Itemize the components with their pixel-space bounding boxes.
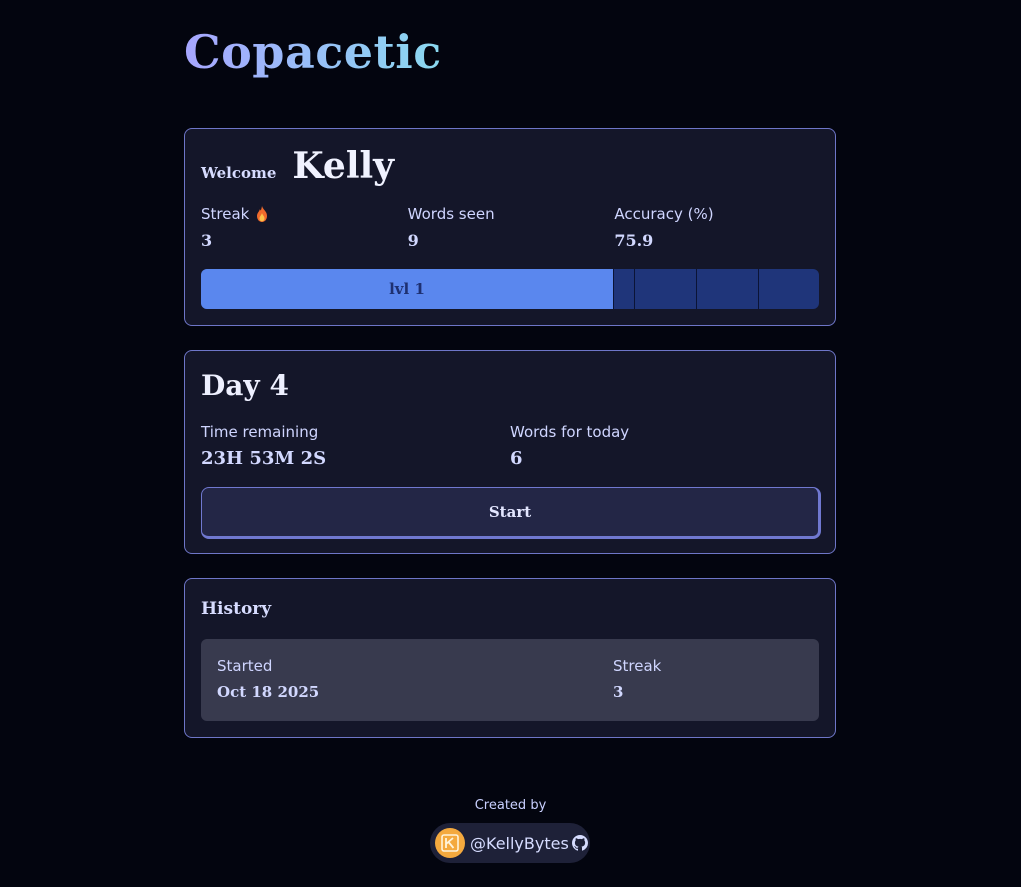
level-label: lvl 1 bbox=[389, 280, 425, 298]
created-by-label: Created by bbox=[474, 798, 547, 813]
author-handle[interactable]: @KellyBytes bbox=[470, 834, 569, 853]
flame-icon bbox=[257, 206, 268, 222]
history-streak-cell: Streak 3 bbox=[613, 655, 803, 703]
history-streak-value: 3 bbox=[613, 683, 624, 701]
words-for-today-label: Words for today bbox=[510, 423, 630, 441]
time-remaining-value: 23H 53M 2S bbox=[201, 448, 327, 469]
level-segment bbox=[696, 269, 758, 309]
history-started-value: Oct 18 2025 bbox=[217, 683, 320, 701]
github-icon[interactable] bbox=[571, 835, 588, 851]
stat-words-seen-label: Words seen bbox=[407, 205, 495, 223]
table-row: Started Oct 18 2025 Streak 3 bbox=[217, 655, 807, 703]
stat-words-seen-value: 9 bbox=[407, 231, 419, 250]
level-progress-fill: lvl 1 bbox=[201, 269, 613, 309]
start-button[interactable]: Start bbox=[201, 487, 821, 539]
avatar bbox=[435, 828, 465, 858]
history-started-header: Started bbox=[217, 657, 273, 675]
level-segment bbox=[758, 269, 819, 309]
level-segment bbox=[613, 269, 634, 309]
avatar-k-icon bbox=[441, 834, 459, 852]
time-remaining-label: Time remaining bbox=[201, 423, 319, 441]
day-stats-row: Time remaining 23H 53M 2S Words for toda… bbox=[201, 421, 821, 470]
stat-accuracy-value: 75.9 bbox=[614, 231, 654, 250]
stats-row: Streak 3 Words seen 9 Accuracy (%) 75.9 bbox=[201, 203, 821, 252]
stat-accuracy: Accuracy (%) 75.9 bbox=[614, 203, 821, 252]
history-card: History Started Oct 18 2025 Streak 3 bbox=[184, 578, 836, 738]
history-title: History bbox=[201, 599, 272, 619]
stat-accuracy-label: Accuracy (%) bbox=[614, 205, 714, 223]
history-started-cell: Started Oct 18 2025 bbox=[217, 655, 613, 703]
level-progress-bar: lvl 1 bbox=[201, 269, 819, 309]
words-for-today-value: 6 bbox=[510, 448, 523, 469]
footer: Created by @KellyBytes bbox=[0, 798, 1021, 863]
time-remaining: Time remaining 23H 53M 2S bbox=[201, 421, 510, 470]
day-title: Day 4 bbox=[201, 369, 289, 402]
history-table: Started Oct 18 2025 Streak 3 bbox=[201, 639, 819, 721]
level-segment bbox=[634, 269, 696, 309]
stat-streak-value: 3 bbox=[201, 231, 213, 250]
stat-streak-label-row: Streak bbox=[201, 203, 408, 225]
day-card: Day 4 Time remaining 23H 53M 2S Words fo… bbox=[184, 350, 836, 554]
words-for-today: Words for today 6 bbox=[510, 421, 819, 470]
user-name: Kelly bbox=[292, 145, 395, 187]
app-title: Copacetic bbox=[184, 25, 442, 79]
welcome-row: Welcome Kelly bbox=[201, 145, 394, 187]
stat-streak-label: Streak bbox=[201, 205, 250, 223]
stat-words-seen: Words seen 9 bbox=[408, 203, 615, 252]
stat-streak: Streak 3 bbox=[201, 203, 408, 252]
welcome-label: Welcome bbox=[201, 164, 277, 182]
history-streak-header: Streak bbox=[613, 657, 662, 675]
welcome-card: Welcome Kelly Streak 3 Words seen 9 Accu… bbox=[184, 128, 836, 326]
author-link[interactable]: @KellyBytes bbox=[430, 823, 590, 863]
